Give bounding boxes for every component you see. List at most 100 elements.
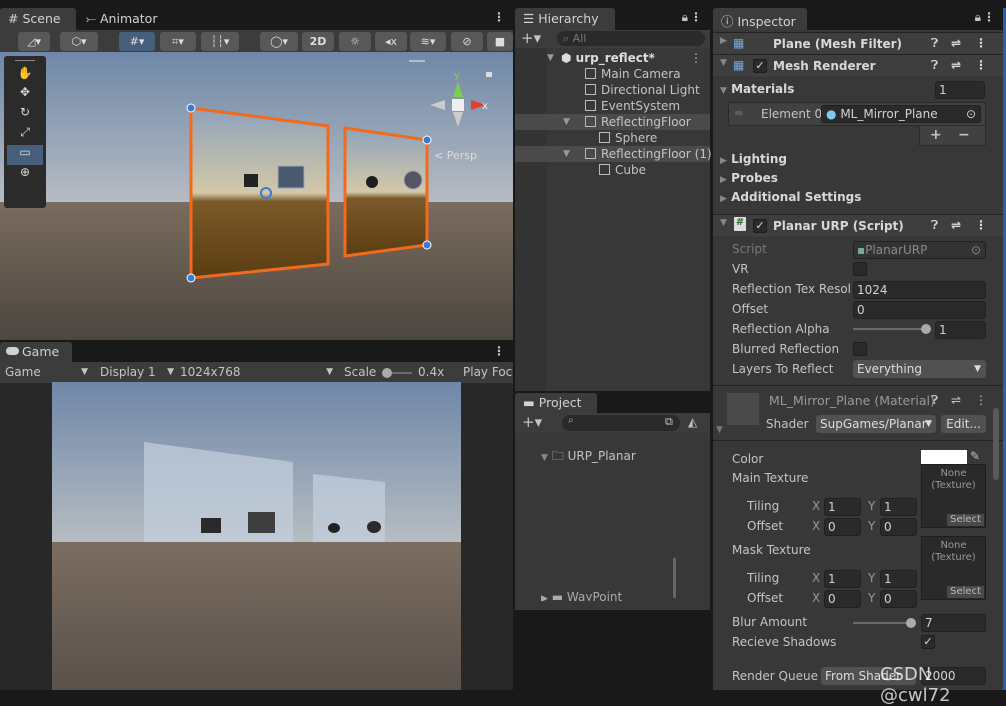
materials-foldout[interactable]: ▼ Materials — [720, 82, 794, 96]
drag-handle-icon[interactable]: ═ — [735, 106, 742, 120]
component-menu-icon[interactable]: ⋮ — [975, 218, 987, 232]
blur-amount-field[interactable]: 7 — [921, 614, 986, 632]
offset-y-field[interactable]: 0 — [880, 518, 917, 536]
toggle-2d-button[interactable]: 2D — [302, 32, 334, 51]
reflection-alpha-field[interactable]: 1 — [935, 321, 986, 339]
presets-icon[interactable]: ⇌ — [951, 58, 961, 72]
tab-inspector[interactable]: ⓘ Inspector — [713, 8, 807, 30]
reflection-alpha-slider[interactable] — [853, 324, 931, 334]
lock-icon[interactable]: 🔒︎ — [975, 10, 981, 25]
scale-slider[interactable] — [382, 368, 412, 378]
shader-dropdown[interactable]: SupGames/Planar ▼ — [816, 415, 936, 433]
hierarchy-item[interactable]: Sphere — [515, 130, 710, 146]
audio-toggle-icon[interactable]: ◂x — [375, 32, 407, 51]
create-plus-button[interactable]: +▾ — [522, 413, 542, 431]
select-texture-button[interactable]: Select — [947, 586, 984, 598]
rect-tool-icon[interactable]: ▭ — [7, 145, 43, 165]
persp-label[interactable]: < Persp — [434, 149, 477, 162]
component-menu-icon[interactable]: ⋮ — [975, 36, 987, 50]
layers-dropdown[interactable]: Everything ▼ — [853, 360, 986, 378]
material-foldout-arrow[interactable]: ▼ — [716, 425, 723, 435]
tab-scene[interactable]: # Scene — [0, 8, 76, 30]
more-menu-icon[interactable]: ⋮ — [493, 344, 505, 358]
help-icon[interactable]: ❓︎ — [931, 218, 938, 233]
rotate-tool-icon[interactable]: ↻ — [7, 105, 43, 125]
blurred-reflection-checkbox[interactable] — [853, 342, 867, 356]
reflection-res-field[interactable]: 1024 — [853, 281, 986, 299]
tiling-y-field[interactable]: 1 — [880, 498, 917, 516]
hierarchy-item[interactable]: Cube — [515, 162, 710, 178]
add-element-button[interactable]: + — [930, 126, 942, 144]
offset-x-field[interactable]: 0 — [824, 518, 861, 536]
hidden-objects-icon[interactable]: ⊘ — [451, 32, 483, 51]
hierarchy-item[interactable]: Directional Light — [515, 82, 710, 98]
reflecting-floor-plane[interactable] — [189, 106, 330, 280]
edit-shader-button[interactable]: Edit... — [941, 415, 986, 433]
help-icon[interactable]: ❓︎ — [931, 58, 938, 73]
game-mode-dropdown[interactable]: Game ▼ — [5, 362, 90, 382]
offset-field[interactable]: 0 — [853, 301, 986, 319]
folder-waypoint[interactable]: ▶ ▬ WayPoint — [541, 591, 622, 601]
more-menu-icon[interactable]: ⋮ — [983, 10, 995, 24]
search-scope-icon[interactable]: ⧉ — [665, 415, 673, 429]
planar-urp-header[interactable]: ▼ # ✓ Planar URP (Script) ❓︎ ⇌ ⋮ — [713, 214, 1003, 236]
hierarchy-item[interactable]: Main Camera — [515, 66, 710, 82]
game-view[interactable] — [52, 382, 461, 690]
offset-x-field[interactable]: 0 — [824, 590, 861, 608]
foldout-probes[interactable]: ▶ Probes — [720, 171, 778, 185]
cube-object[interactable] — [244, 174, 258, 187]
tab-game[interactable]: Game — [0, 342, 72, 362]
scrollbar[interactable] — [673, 558, 676, 598]
project-search-input[interactable]: ⌕ — [562, 415, 680, 431]
material-object-field[interactable]: ● ML_Mirror_Plane ⊙ — [821, 105, 981, 123]
sphere-object[interactable] — [403, 170, 423, 190]
grid-snap-toggle[interactable]: #▾ — [119, 32, 155, 51]
more-menu-icon[interactable]: ⋮ — [493, 10, 505, 24]
play-focus-dropdown[interactable]: Play Foc — [463, 362, 513, 382]
enabled-checkbox[interactable]: ✓ — [753, 219, 767, 233]
presets-icon[interactable]: ⇌ — [951, 218, 961, 232]
filter-type-icon[interactable]: ◭ — [688, 415, 697, 429]
enabled-checkbox[interactable]: ✓ — [753, 59, 767, 73]
tab-hierarchy[interactable]: ☰ Hierarchy — [515, 8, 615, 30]
resolution-dropdown[interactable]: 1024x768 ▼ — [180, 362, 335, 382]
eyedropper-icon[interactable]: ✎ — [970, 449, 980, 463]
tiling-y-field[interactable]: 1 — [880, 570, 917, 588]
snap-settings-button[interactable]: ⌗▾ — [160, 32, 196, 51]
display-dropdown[interactable]: Display 1 ▼ — [100, 362, 176, 382]
scale-tool-icon[interactable]: ⤢ — [7, 125, 43, 145]
vr-checkbox[interactable] — [853, 262, 867, 276]
blur-amount-slider[interactable] — [853, 618, 916, 628]
cube-object[interactable] — [277, 165, 305, 189]
hierarchy-item[interactable]: ▼ ReflectingFloor — [515, 114, 710, 130]
draw-mode-dropdown[interactable]: ◿▾ — [18, 32, 50, 51]
scene-viewport[interactable]: y x < Persp — [0, 52, 513, 340]
tiling-x-field[interactable]: 1 — [824, 498, 861, 516]
hierarchy-item[interactable]: ▼ ReflectingFloor (1) — [515, 146, 712, 162]
help-icon[interactable]: ❓︎ — [931, 393, 938, 408]
render-mode-dropdown[interactable]: ⬡▾ — [60, 32, 98, 51]
hierarchy-search-input[interactable]: ⌕ All — [557, 31, 705, 46]
mesh-filter-header[interactable]: ▶ ▦ Plane (Mesh Filter) ❓︎ ⇌ ⋮ — [713, 32, 1003, 54]
inspector-scrollbar[interactable] — [993, 408, 999, 480]
presets-icon[interactable]: ⇌ — [951, 36, 961, 50]
texture-slot[interactable]: None (Texture) Select — [921, 536, 986, 600]
more-menu-icon[interactable]: ⋮ — [690, 10, 702, 24]
lock-icon[interactable]: 🔒︎ — [682, 10, 688, 25]
move-tool-icon[interactable]: ✥ — [7, 85, 43, 105]
component-menu-icon[interactable]: ⋮ — [975, 58, 987, 72]
receive-shadows-checkbox[interactable]: ✓ — [921, 635, 935, 649]
tab-animator[interactable]: ⤚ Animator — [78, 8, 168, 30]
folder-urp-planar[interactable]: ▼ 🗀︎ URP_Planar — [541, 447, 636, 468]
camera-settings-icon[interactable]: ■ — [487, 32, 513, 51]
tiling-x-field[interactable]: 1 — [824, 570, 861, 588]
effects-dropdown-icon[interactable]: ≋▾ — [410, 32, 446, 51]
shading-mode-dropdown[interactable]: ◯▾ — [260, 32, 298, 51]
reflecting-floor-1-plane[interactable] — [343, 126, 429, 258]
component-menu-icon[interactable]: ⋮ — [975, 393, 987, 407]
select-texture-button[interactable]: Select — [947, 514, 984, 526]
mesh-renderer-header[interactable]: ▼ ▦ ✓ Mesh Renderer ❓︎ ⇌ ⋮ — [713, 54, 1003, 76]
hand-tool-icon[interactable]: ✋ — [7, 66, 43, 85]
sphere-object[interactable] — [366, 176, 378, 188]
create-plus-button[interactable]: +▾ — [521, 29, 541, 47]
